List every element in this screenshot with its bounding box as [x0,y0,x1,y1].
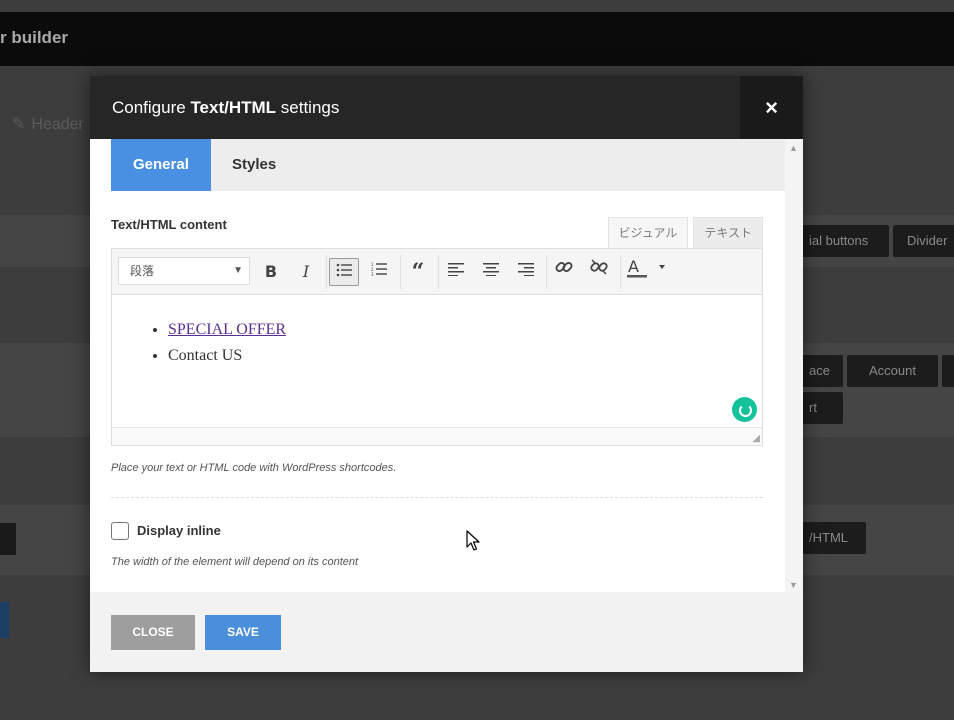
special-offer-link[interactable]: SPECIAL OFFER [168,321,286,338]
settings-tabs: General Styles [111,139,785,191]
display-inline-label[interactable]: Display inline [137,523,221,538]
svg-text:A: A [628,258,639,276]
bold-icon[interactable]: B [256,258,286,286]
tab-general[interactable]: General [111,139,211,191]
toolbar-divider [438,255,439,289]
list-item: Contact US [168,343,286,369]
align-right-icon[interactable] [511,258,541,286]
tab-text[interactable]: テキスト [693,217,763,249]
app-topbar [0,12,954,66]
unlink-icon[interactable] [584,258,614,286]
close-icon[interactable]: × [740,76,803,139]
display-inline-help: The width of the element will depend on … [111,556,359,568]
text-color-icon[interactable]: A [623,257,667,286]
svg-text:3: 3 [371,272,374,276]
tab-visual[interactable]: ビジュアル [607,217,689,249]
scroll-up-icon[interactable]: ▲ [789,143,798,153]
content-help-text: Place your text or HTML code with WordPr… [111,462,397,474]
scroll-down-icon[interactable]: ▼ [789,580,798,590]
editor-statusbar: ◢ [112,427,762,445]
section-divider [111,497,763,498]
text-html-button[interactable]: /HTML [795,522,866,554]
modal-header: Configure Text/HTML settings × [90,76,803,139]
bg-button[interactable] [942,355,954,387]
italic-icon[interactable]: I [291,258,321,286]
blockquote-icon[interactable]: “ [403,258,433,286]
align-center-icon[interactable] [476,258,506,286]
grammarly-icon[interactable] [732,397,757,422]
numbered-list-icon[interactable]: 123 [364,258,394,286]
toolbar-divider [620,255,621,289]
toolbar-divider [326,255,327,289]
modal-footer: CLOSE SAVE [90,592,803,672]
bg-button[interactable] [0,523,16,555]
chevron-down-icon: ▼ [233,265,243,276]
content-label: Text/HTML content [111,217,227,232]
modal-scrollbar[interactable]: ▲ ▼ [785,139,803,592]
editor-list: SPECIAL OFFER Contact US [148,317,286,369]
bg-blue-button[interactable] [0,602,9,638]
format-select[interactable]: 段落 ▼ [118,257,250,285]
align-left-icon[interactable] [441,258,471,286]
divider-button[interactable]: Divider [893,225,954,257]
account-button[interactable]: Account [847,355,938,387]
settings-modal: Configure Text/HTML settings × General S… [90,76,803,672]
social-buttons-button[interactable]: ial buttons [795,225,889,257]
tab-styles[interactable]: Styles [210,139,298,191]
list-item: SPECIAL OFFER [168,317,286,343]
editor-mode-tabs: ビジュアル テキスト [603,217,763,249]
resize-handle-icon[interactable]: ◢ [752,433,760,444]
pencil-icon: ✎ [12,116,26,133]
toolbar-divider [400,255,401,289]
app-title: r builder [0,28,69,47]
header-label: ✎ Header [12,116,84,133]
toolbar-divider [546,255,547,289]
rich-text-editor: 段落 ▼ B I 123 “ A • SPECIAL OFFER • Conta… [111,248,763,446]
mouse-cursor-icon [466,530,480,551]
modal-body: General Styles Text/HTML content ビジュアル テ… [90,139,803,592]
editor-content-area[interactable]: SPECIAL OFFER Contact US [112,295,762,427]
editor-toolbar: 段落 ▼ B I 123 “ A [112,249,762,295]
link-icon[interactable] [549,258,579,286]
modal-title: Configure Text/HTML settings [112,98,340,117]
display-inline-checkbox[interactable] [111,522,129,540]
save-button[interactable]: SAVE [205,615,281,650]
bullet-list-icon[interactable] [329,258,359,286]
close-button[interactable]: CLOSE [111,615,195,650]
